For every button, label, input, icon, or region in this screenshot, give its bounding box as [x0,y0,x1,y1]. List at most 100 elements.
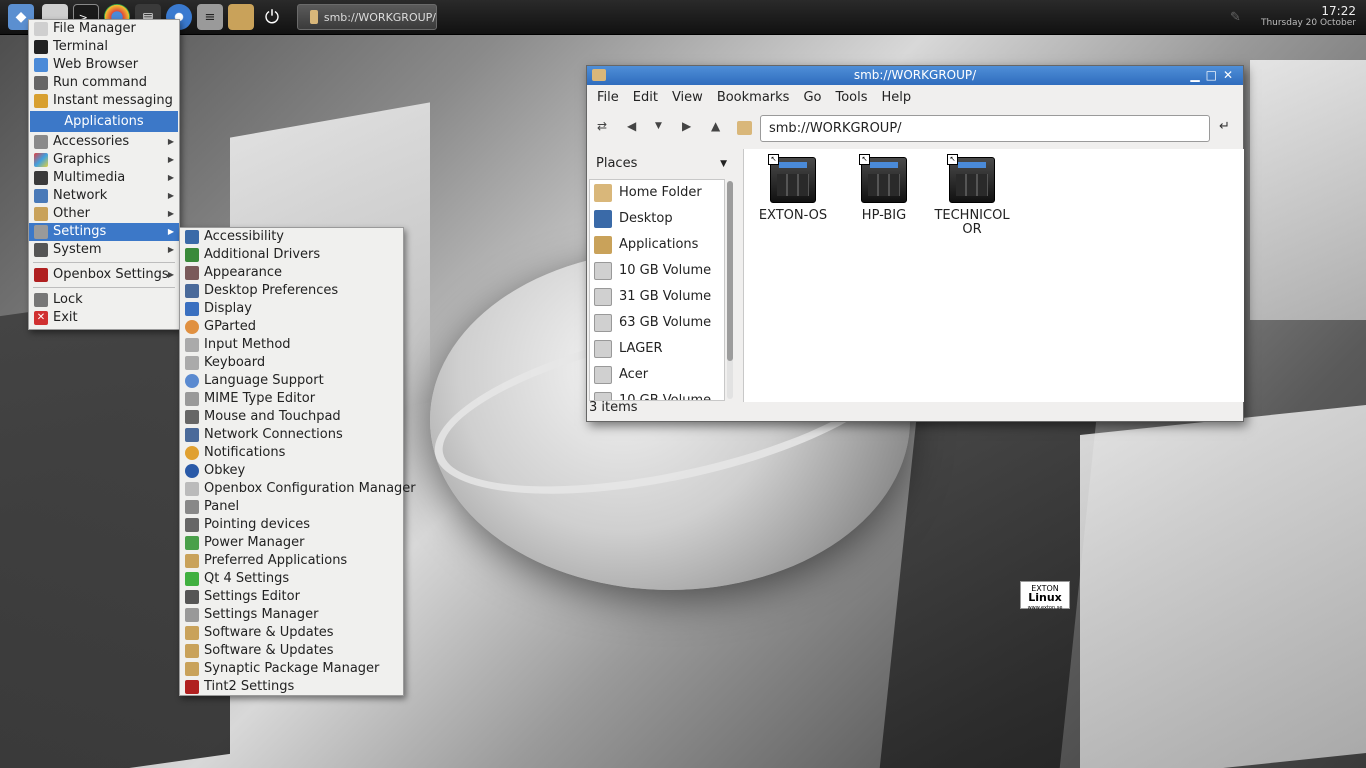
menu-item-instant-messaging[interactable]: Instant messaging [29,92,179,110]
menu-item-label: Qt 4 Settings [204,571,290,586]
network-share-item[interactable]: ↖ EXTON-OS [748,154,838,223]
menu-item-web-browser[interactable]: Web Browser [29,56,179,74]
keyboard-icon [185,338,199,352]
address-bar[interactable]: smb://WORKGROUP/ [760,115,1210,142]
settings-item[interactable]: Software & Updates [180,624,403,642]
settings-item[interactable]: Synaptic Package Manager [180,660,403,678]
settings-item[interactable]: Keyboard [180,354,403,372]
menu-bookmarks[interactable]: Bookmarks [710,90,797,105]
package-launcher-icon[interactable] [228,4,254,30]
menu-item-system[interactable]: System ▶ [29,241,179,259]
settings-item[interactable]: Settings Editor [180,588,403,606]
tray-tool-icon[interactable]: ✎ [1230,10,1241,25]
close-icon[interactable]: ✕ [1223,68,1239,82]
menu-item-lock[interactable]: Lock [29,291,179,309]
menu-item-label: Panel [204,499,240,514]
menu-item-file-manager[interactable]: File Manager [29,20,179,38]
maximize-icon[interactable]: □ [1206,68,1223,82]
menu-go[interactable]: Go [796,90,828,105]
settings-item[interactable]: Preferred Applications [180,552,403,570]
menu-item-run-command[interactable]: Run command [29,74,179,92]
file-manager-window: smb://WORKGROUP/ ▁□✕ File Edit View Book… [586,65,1244,422]
mixer-launcher-icon[interactable]: ≡ [197,4,223,30]
shortcut-arrow-icon: ↖ [859,154,870,165]
minimize-icon[interactable]: ▁ [1190,68,1205,82]
place-item[interactable]: 63 GB Volume [590,310,724,336]
settings-item[interactable]: Additional Drivers [180,246,403,264]
place-item[interactable]: Desktop [590,206,724,232]
menu-item-label: Additional Drivers [204,247,321,262]
menu-item-settings[interactable]: Settings ▶ [29,223,179,241]
window-titlebar[interactable]: smb://WORKGROUP/ ▁□✕ [587,66,1243,85]
taskbar-window-button[interactable]: smb://WORKGROUP/ [297,4,437,30]
settings-item[interactable]: Openbox Configuration Manager [180,480,416,498]
history-dropdown-icon[interactable]: ▼ [655,121,662,131]
settings-item[interactable]: Network Connections [180,426,403,444]
places-scrollbar[interactable] [727,181,733,399]
settings-item[interactable]: Obkey [180,462,403,480]
settings-item[interactable]: Desktop Preferences [180,282,403,300]
settings-item[interactable]: Pointing devices [180,516,403,534]
settings-item[interactable]: Tint2 Settings [180,678,403,696]
place-item[interactable]: 31 GB Volume [590,284,724,310]
settings-item[interactable]: Panel [180,498,403,516]
menu-item-openbox-settings[interactable]: Openbox Settings ▶ [29,266,179,284]
menu-item-label: Settings [53,224,107,239]
menu-item-exit[interactable]: ✕ Exit [29,309,179,327]
pointing-device-icon [185,518,199,532]
place-item[interactable]: Acer [590,362,724,388]
network-share-item[interactable]: ↖ HP-BIG [839,154,929,223]
menu-item-graphics[interactable]: Graphics ▶ [29,151,179,169]
place-item[interactable]: LAGER [590,336,724,362]
drive-icon [594,314,612,332]
settings-item[interactable]: Appearance [180,264,403,282]
mouse-icon [185,410,199,424]
settings-item[interactable]: Qt 4 Settings [180,570,403,588]
exton-linux-logo[interactable]: EXTON Linux www.exton.se [1020,581,1070,611]
place-item[interactable]: Home Folder [590,180,724,206]
file-view[interactable]: ↖ EXTON-OS ↖ HP-BIG ↖ TECHNICOLOR [743,149,1244,402]
power-icon[interactable]: ⏻ [259,4,285,30]
menu-item-accessories[interactable]: Accessories ▶ [29,133,179,151]
menu-item-label: Keyboard [204,355,266,370]
chevron-right-icon: ▶ [167,155,174,164]
language-icon [185,374,199,388]
settings-item[interactable]: Input Method [180,336,403,354]
menu-file[interactable]: File [590,90,626,105]
back-icon[interactable]: ◀ [627,119,636,133]
settings-item[interactable]: Power Manager [180,534,403,552]
clock[interactable]: 17:22 Thursday 20 October [1261,5,1356,29]
menu-tools[interactable]: Tools [828,90,874,105]
menu-item-terminal[interactable]: Terminal [29,38,179,56]
settings-item[interactable]: Software & Updates [180,642,403,660]
menu-item-label: GParted [204,319,256,334]
new-tab-icon[interactable]: ⇄ [597,119,607,133]
menu-item-other[interactable]: Other ▶ [29,205,179,223]
home-icon[interactable] [737,121,752,135]
menu-item-network[interactable]: Network ▶ [29,187,179,205]
menu-view[interactable]: View [665,90,710,105]
settings-item[interactable]: Language Support [180,372,403,390]
exit-icon: ✕ [34,311,48,325]
menu-item-multimedia[interactable]: Multimedia ▶ [29,169,179,187]
place-item[interactable]: Applications [590,232,724,258]
settings-item[interactable]: Settings Manager [180,606,403,624]
go-icon[interactable]: ↵ [1219,119,1230,134]
place-item[interactable]: 10 GB Volume [590,258,724,284]
forward-icon[interactable]: ▶ [682,119,691,133]
tint2-icon [185,680,199,694]
network-share-item[interactable]: ↖ TECHNICOLOR [930,154,1014,237]
settings-item[interactable]: Display [180,300,403,318]
settings-item[interactable]: Mouse and Touchpad [180,408,403,426]
settings-item[interactable]: Accessibility [180,228,403,246]
menu-edit[interactable]: Edit [626,90,665,105]
menu-item-label: Accessibility [204,229,284,244]
settings-item[interactable]: GParted [180,318,403,336]
places-dropdown[interactable]: Places ▼ [587,149,735,179]
settings-item[interactable]: Notifications [180,444,403,462]
menu-help[interactable]: Help [875,90,919,105]
scrollbar-thumb[interactable] [727,181,733,361]
window-title: smb://WORKGROUP/ [853,68,977,82]
up-icon[interactable]: ▲ [711,119,720,133]
settings-item[interactable]: MIME Type Editor [180,390,403,408]
